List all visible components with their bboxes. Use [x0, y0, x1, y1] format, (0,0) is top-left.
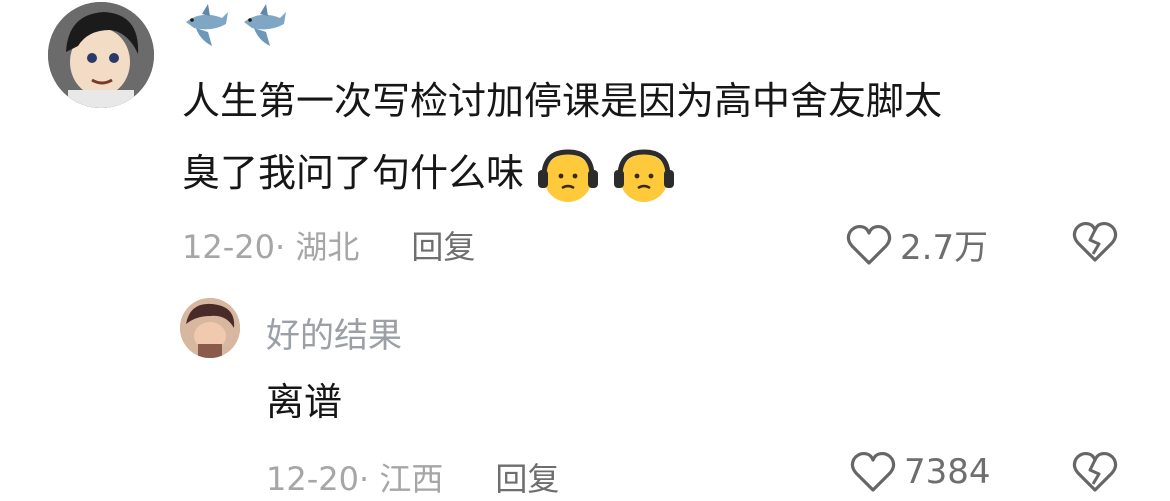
comment-text: 人生第一次写检讨加停课是因为高中舍友脚太 臭了我问了句什么味 — [182, 65, 1142, 209]
reply-like-button[interactable]: 7384 — [850, 450, 991, 494]
broken-heart-icon — [1072, 220, 1118, 264]
reply-like-count: 7384 — [904, 452, 991, 492]
comment-date-location: 12-20· 湖北 — [182, 228, 360, 266]
reply-text: 离谱 — [266, 380, 343, 424]
broken-heart-icon — [1072, 450, 1118, 494]
comment-text-line2-text: 臭了我问了句什么味 — [182, 151, 525, 195]
headphones-face-emoji — [612, 146, 676, 206]
reply-meta: 12-20· 江西 回复 — [266, 454, 559, 500]
comment-dislike-button[interactable] — [1072, 220, 1118, 264]
reply-avatar[interactable] — [180, 298, 240, 358]
shark-emoji — [240, 2, 288, 50]
headphones-face-emoji — [536, 146, 600, 206]
comment-like-count: 2.7万 — [900, 228, 989, 268]
shark-emoji — [182, 2, 230, 50]
reply-dislike-button[interactable] — [1072, 450, 1118, 494]
comment-username-emojis[interactable] — [182, 2, 288, 50]
comment-text-line2: 臭了我问了句什么味 — [182, 137, 1142, 209]
reply-username[interactable]: 好的结果 — [266, 308, 402, 357]
reply-reply-button[interactable]: 回复 — [495, 454, 559, 500]
comment-like-button[interactable]: 2.7万 — [846, 220, 988, 269]
comment-reply-button[interactable]: 回复 — [411, 222, 475, 268]
comment-text-line1: 人生第一次写检讨加停课是因为高中舍友脚太 — [182, 79, 943, 123]
heart-icon — [850, 450, 896, 494]
reply-date-location: 12-20· 江西 — [266, 460, 444, 498]
heart-icon — [846, 223, 892, 267]
comment-avatar[interactable] — [48, 2, 154, 108]
comment-meta: 12-20· 湖北 回复 — [182, 222, 475, 268]
